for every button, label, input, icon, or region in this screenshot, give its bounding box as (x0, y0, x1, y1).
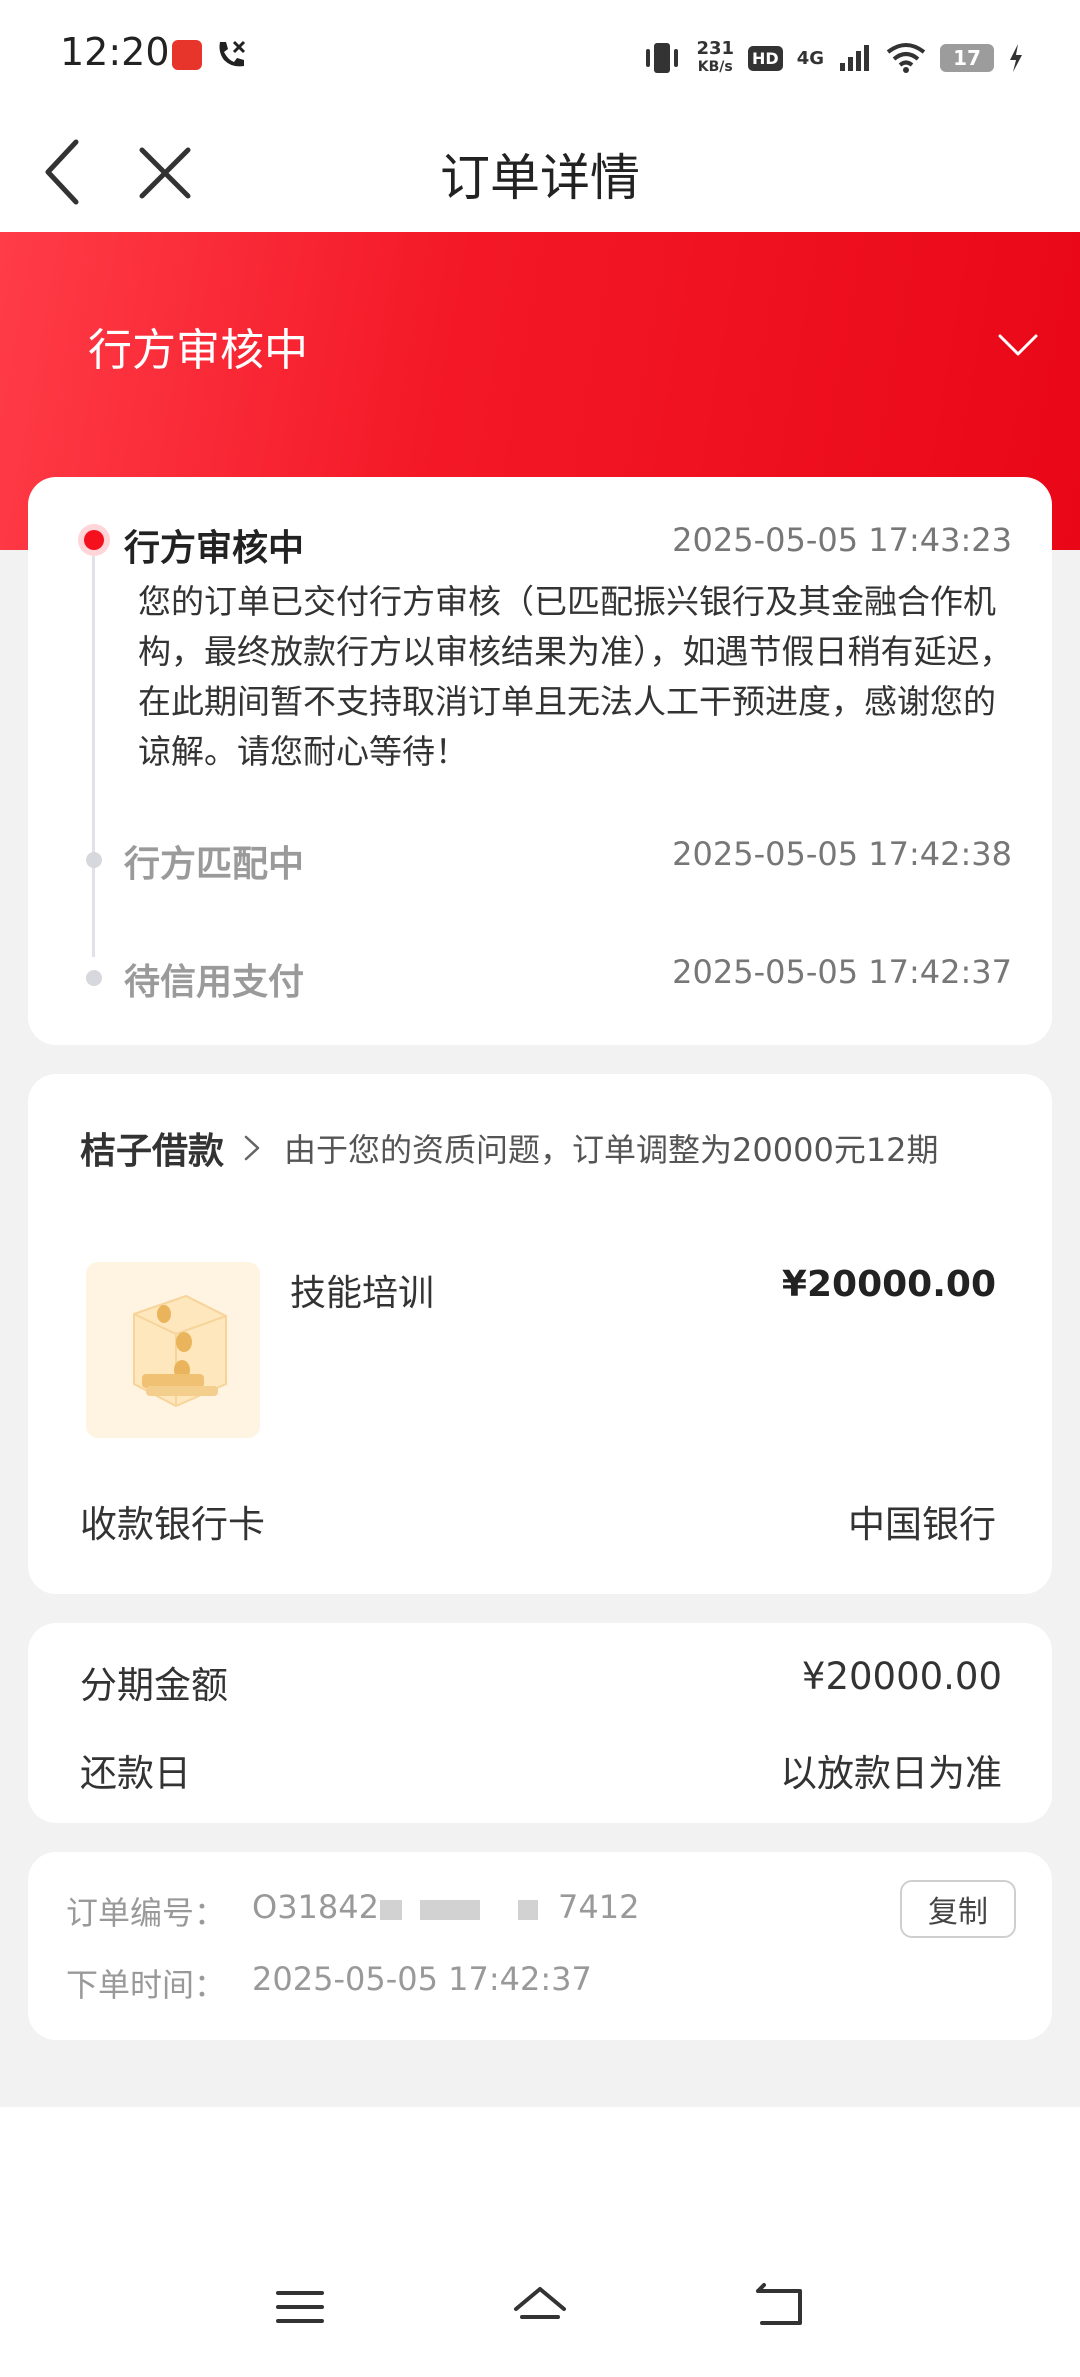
product-price: ¥20000.00 (781, 1264, 996, 1305)
network-type: 4G (796, 47, 824, 69)
status-bar: 12:20 231 KB/s HD 4G 17 (0, 0, 1080, 112)
redaction-mask (518, 1900, 538, 1920)
order-number-suffix: 7412 (558, 1888, 640, 1926)
timeline-dot-active (78, 524, 110, 556)
status-icons: 231 KB/s HD 4G 17 (642, 36, 1024, 80)
home-icon[interactable] (510, 2277, 570, 2337)
timeline-step-time: 2025-05-05 17:43:23 (672, 521, 1012, 559)
order-number-value: O31842 (252, 1888, 379, 1926)
timeline-step-time: 2025-05-05 17:42:38 (672, 835, 1012, 873)
chevron-right-icon[interactable] (240, 1133, 264, 1163)
speed-unit: KB/s (697, 59, 733, 75)
timeline-step-description: 您的订单已交付行方审核（已匹配振兴银行及其金融合作机构，最终放款行方以审核结果为… (138, 582, 1013, 771)
signal-icon (840, 45, 869, 71)
installment-amount-value: ¥20000.00 (801, 1655, 1002, 1698)
battery-icon: 17 (940, 44, 994, 72)
speed-value: 231 (696, 38, 735, 59)
copy-button[interactable]: 复制 (900, 1880, 1016, 1938)
lender-name[interactable]: 桔子借款 (80, 1122, 224, 1174)
installment-amount-label: 分期金额 (80, 1664, 228, 1707)
order-info-card: 订单编号： O31842 7412 复制 下单时间： 2025-05-05 17… (28, 1852, 1052, 2040)
network-speed: 231 KB/s (696, 40, 734, 76)
order-status-title: 行方审核中 (88, 325, 308, 376)
product-card: 桔子借款 由于您的资质问题，订单调整为20000元12期 技能培训 ¥20000… (28, 1074, 1052, 1594)
order-number-label: 订单编号： (66, 1894, 227, 1932)
installment-card: 分期金额 ¥20000.00 还款日 以放款日为准 (28, 1623, 1052, 1823)
redaction-mask (420, 1900, 480, 1920)
timeline-step-title: 行方匹配中 (124, 844, 305, 885)
nav-bar: 订单详情 (0, 112, 1080, 232)
timeline-step-title: 行方审核中 (124, 528, 305, 569)
lender-row[interactable]: 桔子借款 由于您的资质问题，订单调整为20000元12期 (80, 1122, 1020, 1174)
order-time-value: 2025-05-05 17:42:37 (252, 1960, 592, 1998)
timeline-dot (86, 970, 102, 986)
menu-icon[interactable] (270, 2277, 330, 2337)
system-nav-bar (0, 2107, 1080, 2377)
repayment-day-value: 以放款日为准 (780, 1752, 1002, 1795)
coins-box-icon (86, 1262, 260, 1438)
status-time: 12:20 (60, 30, 170, 74)
product-name: 技能培训 (290, 1273, 435, 1314)
vibrate-icon (646, 43, 679, 73)
bank-card-value: 中国银行 (848, 1503, 996, 1546)
repayment-day-label: 还款日 (80, 1752, 191, 1795)
bank-card-label: 收款银行卡 (80, 1503, 265, 1546)
timeline-line (92, 537, 95, 957)
hd-badge: HD (748, 45, 783, 71)
charging-icon (1010, 44, 1022, 72)
page-title: 订单详情 (440, 149, 640, 207)
timeline-step-title: 待信用支付 (124, 962, 305, 1003)
order-time-label: 下单时间： (66, 1966, 227, 2004)
timeline-step-time: 2025-05-05 17:42:37 (672, 953, 1012, 991)
wifi-icon (886, 43, 926, 73)
timeline-card: 行方审核中 2025-05-05 17:43:23 您的订单已交付行方审核（已匹… (28, 477, 1052, 1045)
app-notification-icon (172, 40, 202, 70)
phone-call-icon (219, 40, 246, 67)
adjustment-notice: 由于您的资质问题，订单调整为20000元12期 (284, 1131, 939, 1169)
order-number-prefix: O31842 (252, 1888, 379, 1926)
chevron-down-icon[interactable] (996, 330, 1040, 360)
timeline-dot (86, 852, 102, 868)
return-icon[interactable] (750, 2277, 810, 2337)
redaction-mask (380, 1900, 402, 1920)
